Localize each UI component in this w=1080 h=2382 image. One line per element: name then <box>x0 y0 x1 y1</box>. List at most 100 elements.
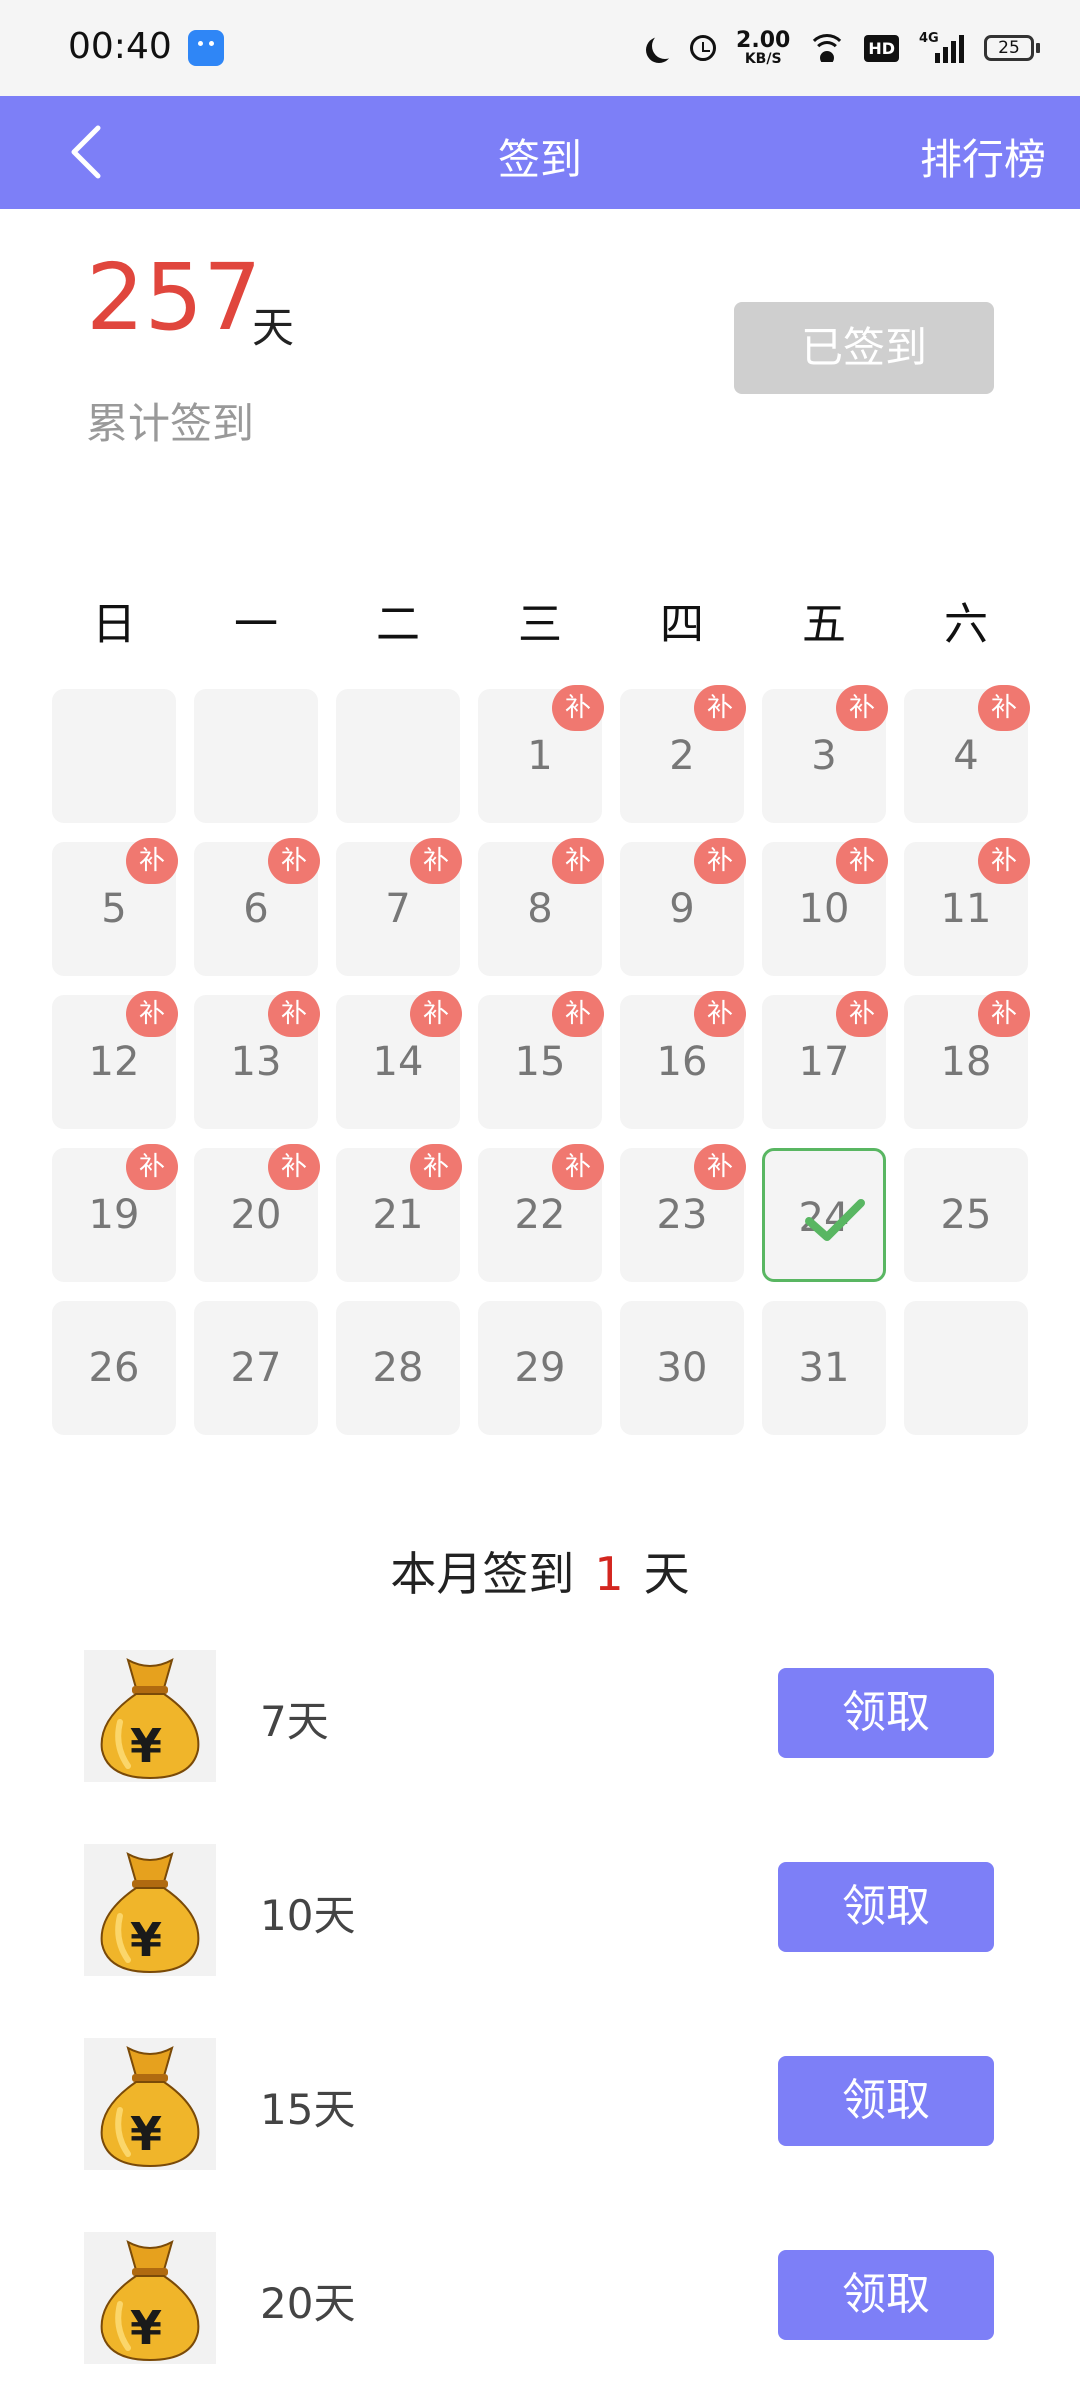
calendar-day[interactable]: 14 补 <box>336 991 462 1129</box>
claim-button[interactable]: 领取 <box>778 2056 994 2146</box>
calendar-day[interactable]: 25 <box>904 1148 1028 1282</box>
makeup-badge[interactable]: 补 <box>978 991 1030 1037</box>
leaderboard-link[interactable]: 排行榜 <box>920 126 1046 187</box>
claim-button[interactable]: 领取 <box>778 2250 994 2340</box>
makeup-badge[interactable]: 补 <box>126 1144 178 1190</box>
signed-in-button[interactable]: 已签到 <box>734 302 994 394</box>
makeup-badge[interactable]: 补 <box>552 685 604 731</box>
calendar-day-today[interactable]: 24 <box>762 1148 886 1282</box>
reward-item: ¥20天 领取 <box>0 2232 1080 2382</box>
battery-level: 25 <box>984 35 1034 61</box>
calendar-day[interactable]: 28 <box>336 1301 460 1435</box>
calendar-day[interactable]: 1补 <box>478 685 604 823</box>
calendar-day-number: 23 <box>656 1192 708 1238</box>
calendar-day[interactable]: 9补 <box>620 838 746 976</box>
claim-button[interactable]: 领取 <box>778 1862 994 1952</box>
total-days: 257 <box>86 244 262 351</box>
calendar-day[interactable]: 7补 <box>336 838 462 976</box>
makeup-badge[interactable]: 补 <box>836 838 888 884</box>
calendar-day-number: 25 <box>940 1192 992 1238</box>
claim-button[interactable]: 领取 <box>778 1668 994 1758</box>
money-bag-icon: ¥ <box>84 2232 216 2364</box>
status-icons: 2.00 KB/S HD 4G 25 <box>644 24 1040 72</box>
svg-text:¥: ¥ <box>130 1719 162 1773</box>
calendar-day[interactable]: 16 补 <box>620 991 746 1129</box>
calendar-day-number: 27 <box>230 1345 282 1391</box>
moon-icon <box>652 33 678 59</box>
calendar-day-number: 18 <box>940 1039 992 1085</box>
makeup-badge[interactable]: 补 <box>694 991 746 1037</box>
makeup-badge[interactable]: 补 <box>126 838 178 884</box>
reward-item: ¥15天 领取 <box>0 2038 1080 2188</box>
calendar-day[interactable]: 5补 <box>52 838 178 976</box>
network-speed: 2.00 KB/S <box>736 30 790 67</box>
calendar-day[interactable]: 11 补 <box>904 838 1030 976</box>
calendar-day[interactable]: 29 <box>478 1301 602 1435</box>
monthly-prefix: 本月签到 <box>390 1547 575 1601</box>
calendar-day-number: 20 <box>230 1192 282 1238</box>
calendar-day[interactable]: 18 补 <box>904 991 1030 1129</box>
calendar-day[interactable]: 31 <box>762 1301 886 1435</box>
calendar-day[interactable]: 26 <box>52 1301 176 1435</box>
calendar-day-number: 19 <box>88 1192 140 1238</box>
calendar-day[interactable]: 22 补 <box>478 1144 604 1282</box>
makeup-badge[interactable]: 补 <box>126 991 178 1037</box>
makeup-badge[interactable]: 补 <box>694 838 746 884</box>
app-header: 签到 排行榜 <box>0 96 1080 209</box>
calendar-day[interactable]: 3补 <box>762 685 888 823</box>
weekday-header: 日 一 二 三 四 五 六 <box>0 588 1080 658</box>
calendar-day[interactable]: 19 补 <box>52 1144 178 1282</box>
calendar-day[interactable]: 27 <box>194 1301 318 1435</box>
calendar-day-number: 10 <box>798 886 850 932</box>
makeup-badge[interactable]: 补 <box>410 991 462 1037</box>
weekday-label: 二 <box>376 599 420 650</box>
makeup-badge[interactable]: 补 <box>552 991 604 1037</box>
speed-unit: KB/S <box>744 51 782 67</box>
makeup-badge[interactable]: 补 <box>268 838 320 884</box>
calendar-day-number: 14 <box>372 1039 424 1085</box>
makeup-badge[interactable]: 补 <box>836 685 888 731</box>
calendar-day-number: 21 <box>372 1192 424 1238</box>
calendar-day-number: 31 <box>798 1345 850 1391</box>
calendar-day[interactable]: 15 补 <box>478 991 604 1129</box>
battery-icon: 25 <box>984 35 1040 61</box>
makeup-badge[interactable]: 补 <box>410 838 462 884</box>
makeup-badge[interactable]: 补 <box>978 685 1030 731</box>
makeup-badge[interactable]: 补 <box>694 685 746 731</box>
makeup-badge[interactable]: 补 <box>552 838 604 884</box>
calendar-day[interactable]: 30 <box>620 1301 744 1435</box>
calendar-day-number: 12 <box>88 1039 140 1085</box>
calendar-day[interactable]: 8补 <box>478 838 604 976</box>
calendar-day[interactable]: 13 补 <box>194 991 320 1129</box>
calendar-day[interactable]: 10 补 <box>762 838 888 976</box>
monthly-suffix: 天 <box>643 1547 690 1601</box>
makeup-badge[interactable]: 补 <box>552 1144 604 1190</box>
calendar-day[interactable]: 23 补 <box>620 1144 746 1282</box>
calendar-day[interactable]: 2补 <box>620 685 746 823</box>
calendar-day-number: 5 <box>101 886 127 932</box>
calendar-day[interactable]: 21 补 <box>336 1144 462 1282</box>
reward-days-label: 15天 <box>260 2085 356 2134</box>
weekday-label: 四 <box>660 599 704 650</box>
calendar-day[interactable]: 12 补 <box>52 991 178 1129</box>
svg-text:¥: ¥ <box>130 1913 162 1967</box>
money-bag-icon: ¥ <box>84 1844 216 1976</box>
monthly-signin-count: 本月签到 1 天 <box>0 1538 1080 1604</box>
makeup-badge[interactable]: 补 <box>268 991 320 1037</box>
makeup-badge[interactable]: 补 <box>268 1144 320 1190</box>
calendar-empty-cell <box>194 689 318 823</box>
alarm-icon <box>690 35 717 61</box>
makeup-badge[interactable]: 补 <box>694 1144 746 1190</box>
makeup-badge[interactable]: 补 <box>978 838 1030 884</box>
makeup-badge[interactable]: 补 <box>836 991 888 1037</box>
calendar-empty-cell <box>52 689 176 823</box>
calendar-day[interactable]: 6补 <box>194 838 320 976</box>
calendar-empty-cell <box>336 689 460 823</box>
makeup-badge[interactable]: 补 <box>410 1144 462 1190</box>
money-bag-icon: ¥ <box>84 1650 216 1782</box>
calendar-day[interactable]: 4补 <box>904 685 1030 823</box>
status-bar: 00:40 2.00 KB/S HD 4G 25 <box>0 0 1080 96</box>
calendar-day[interactable]: 20 补 <box>194 1144 320 1282</box>
calendar-day[interactable]: 17 补 <box>762 991 888 1129</box>
calendar-day-number: 15 <box>514 1039 566 1085</box>
